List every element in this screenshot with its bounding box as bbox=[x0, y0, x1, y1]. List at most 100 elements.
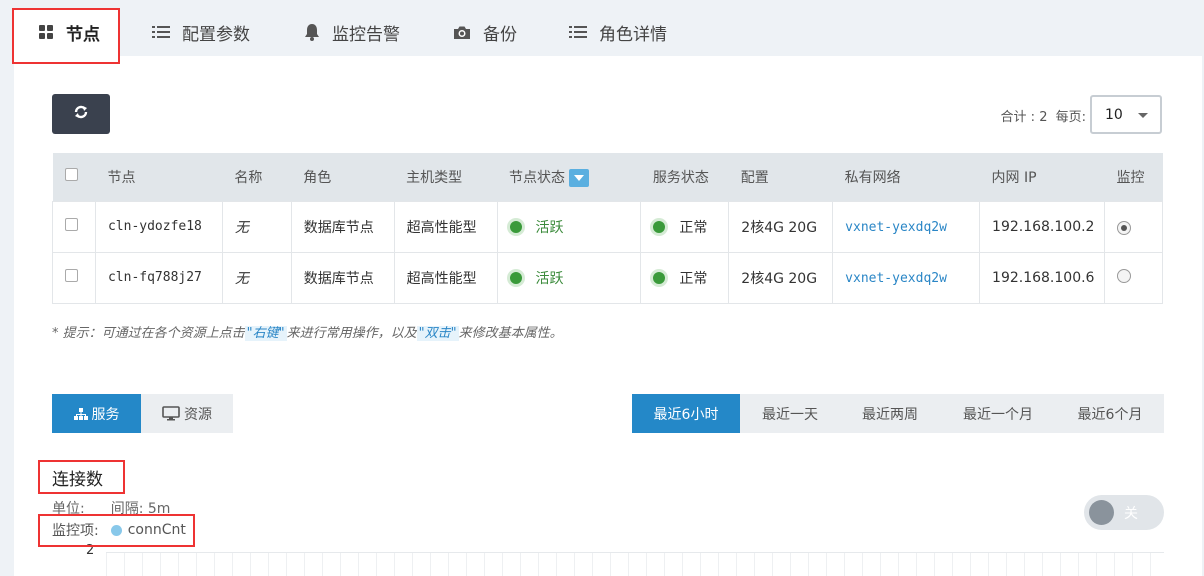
monitor-cell bbox=[1104, 251, 1163, 304]
interval-label: 间隔: 5m bbox=[110, 501, 171, 517]
vxnet-link[interactable]: vxnet-yexdq2w bbox=[845, 220, 947, 235]
row-checkbox-cell bbox=[52, 251, 96, 304]
status-dot-icon bbox=[653, 271, 666, 284]
column-header[interactable]: 名称 bbox=[222, 153, 292, 201]
usage-tip: * 提示：可通过在各个资源上点击 "右键" 来进行常用操作，以及 "双击" 来修改基本属… bbox=[52, 322, 563, 341]
monitor-label: 监控项: bbox=[52, 523, 99, 539]
vxnet-link[interactable]: vxnet-yexdq2w bbox=[845, 271, 947, 286]
column-header[interactable]: 服务状态 bbox=[640, 153, 729, 201]
range-1d[interactable]: 最近一天 bbox=[740, 394, 840, 433]
column-header-label: 节点状态 bbox=[509, 169, 566, 186]
node-name: 无 bbox=[221, 251, 292, 304]
row-checkbox[interactable] bbox=[65, 269, 78, 282]
monitor-radio[interactable] bbox=[1117, 220, 1131, 235]
tip-middle: 来进行常用操作，以及 bbox=[286, 326, 417, 341]
tip-prefix: * 提示：可通过在各个资源上点击 bbox=[52, 326, 245, 341]
row-checkbox[interactable] bbox=[65, 218, 78, 231]
node-id[interactable]: cln-fq788j27 bbox=[94, 251, 223, 304]
chart-toggle[interactable]: 关 bbox=[1084, 495, 1164, 530]
status-dot-icon bbox=[509, 220, 522, 233]
column-header[interactable]: 角色 bbox=[291, 153, 395, 201]
metric-name[interactable]: connCnt bbox=[128, 522, 186, 538]
row-checkbox-cell bbox=[52, 200, 96, 253]
monitor-cell bbox=[1104, 200, 1163, 253]
toggle-knob bbox=[1089, 500, 1114, 525]
tab-label: 监控告警 bbox=[332, 24, 400, 45]
tip-double-click: "双击" bbox=[416, 326, 459, 341]
y-tick-label: 2 bbox=[86, 543, 95, 558]
list-icon bbox=[152, 25, 170, 39]
column-header[interactable]: 节点 bbox=[95, 153, 223, 201]
node-status: 活跃 bbox=[535, 270, 564, 287]
host-type: 超高性能型 bbox=[393, 200, 498, 253]
subtab-service[interactable]: 服务 bbox=[52, 394, 141, 433]
node-role: 数据库节点 bbox=[290, 251, 395, 304]
camera-icon bbox=[453, 25, 471, 40]
tab-backup[interactable]: 备份 bbox=[453, 8, 517, 56]
tip-suffix: 来修改基本属性。 bbox=[458, 326, 563, 341]
top-tab-bar: 节点 配置参数 监控告警 备份 角色详情 bbox=[0, 0, 1204, 60]
status-dot-icon bbox=[509, 271, 522, 284]
node-id[interactable]: cln-ydozfe18 bbox=[94, 200, 223, 253]
tab-monitoring-alerts[interactable]: 监控告警 bbox=[304, 8, 400, 56]
chart-unit-line: 单位: 间隔: 5m bbox=[52, 498, 170, 518]
tab-label: 角色详情 bbox=[599, 24, 667, 45]
service-status: 正常 bbox=[679, 219, 708, 236]
unit-label: 单位: bbox=[52, 501, 85, 517]
per-page-select[interactable]: 10 bbox=[1090, 95, 1162, 134]
tip-right-click: "右键" bbox=[244, 326, 287, 341]
monitor-item-line: 监控项: connCnt bbox=[52, 520, 186, 540]
tab-nodes[interactable]: 节点 bbox=[14, 8, 118, 56]
column-header[interactable]: 主机类型 bbox=[394, 153, 498, 201]
content-panel bbox=[14, 56, 1202, 576]
filter-dropdown-icon[interactable] bbox=[569, 168, 590, 187]
time-range-bar: 最近6小时 最近一天 最近两周 最近一个月 最近6个月 bbox=[632, 394, 1164, 433]
column-header[interactable]: 配置 bbox=[728, 153, 833, 201]
service-status-cell: 正常 bbox=[640, 200, 730, 253]
chart-plot-area bbox=[106, 552, 1164, 576]
chart-title: 连接数 bbox=[52, 470, 103, 490]
status-dot-icon bbox=[653, 220, 666, 233]
private-ip: 192.168.100.6 bbox=[979, 251, 1105, 304]
legend-dot-icon bbox=[110, 524, 122, 536]
sitemap-icon bbox=[73, 407, 88, 420]
node-role: 数据库节点 bbox=[290, 200, 395, 253]
node-config: 2核4G 20G bbox=[728, 251, 834, 304]
subtab-resource[interactable]: 资源 bbox=[141, 394, 233, 433]
nodes-table: 节点 名称 角色 主机类型 节点状态 服务状态 配置 私有网络 内网 IP 监控… bbox=[52, 153, 1163, 304]
tab-role-details[interactable]: 角色详情 bbox=[569, 8, 667, 56]
service-status-cell: 正常 bbox=[640, 251, 730, 304]
node-config: 2核4G 20G bbox=[728, 200, 834, 253]
monitor-icon bbox=[162, 406, 180, 421]
per-page-value: 10 bbox=[1105, 106, 1123, 123]
tab-config-params[interactable]: 配置参数 bbox=[152, 8, 250, 56]
column-header[interactable]: 监控 bbox=[1104, 153, 1163, 201]
select-all-checkbox[interactable] bbox=[64, 168, 78, 182]
grid-icon bbox=[38, 24, 54, 40]
subtab-label: 服务 bbox=[91, 406, 120, 423]
column-header[interactable]: 私有网络 bbox=[832, 153, 980, 201]
table-row[interactable]: cln-fq788j27 无 数据库节点 超高性能型 活跃 正常 2核4G 20… bbox=[52, 251, 1163, 304]
vxnet-cell: vxnet-yexdq2w bbox=[832, 251, 981, 304]
range-1m[interactable]: 最近一个月 bbox=[940, 394, 1056, 433]
total-count: 合计 : 2 bbox=[1000, 110, 1048, 125]
bell-icon bbox=[304, 23, 320, 41]
range-2w[interactable]: 最近两周 bbox=[840, 394, 940, 433]
subtab-label: 资源 bbox=[184, 406, 212, 423]
monitor-radio[interactable] bbox=[1117, 268, 1131, 283]
tab-label: 配置参数 bbox=[182, 24, 250, 45]
column-header-node-status[interactable]: 节点状态 bbox=[497, 153, 641, 201]
tab-label: 备份 bbox=[483, 24, 517, 45]
caret-down-icon bbox=[1138, 113, 1148, 118]
toggle-label: 关 bbox=[1124, 506, 1138, 522]
tab-label: 节点 bbox=[66, 24, 100, 45]
refresh-button[interactable] bbox=[52, 94, 110, 134]
column-header[interactable]: 内网 IP bbox=[979, 153, 1105, 201]
table-header-row: 节点 名称 角色 主机类型 节点状态 服务状态 配置 私有网络 内网 IP 监控 bbox=[52, 153, 1163, 201]
pagination-summary: 合计 : 2 每页: bbox=[997, 106, 1086, 125]
service-status: 正常 bbox=[679, 270, 708, 287]
table-row[interactable]: cln-ydozfe18 无 数据库节点 超高性能型 活跃 正常 2核4G 20… bbox=[52, 200, 1163, 253]
range-6h[interactable]: 最近6小时 bbox=[632, 394, 740, 433]
select-all-cell bbox=[52, 153, 96, 201]
range-6m[interactable]: 最近6个月 bbox=[1056, 394, 1164, 433]
